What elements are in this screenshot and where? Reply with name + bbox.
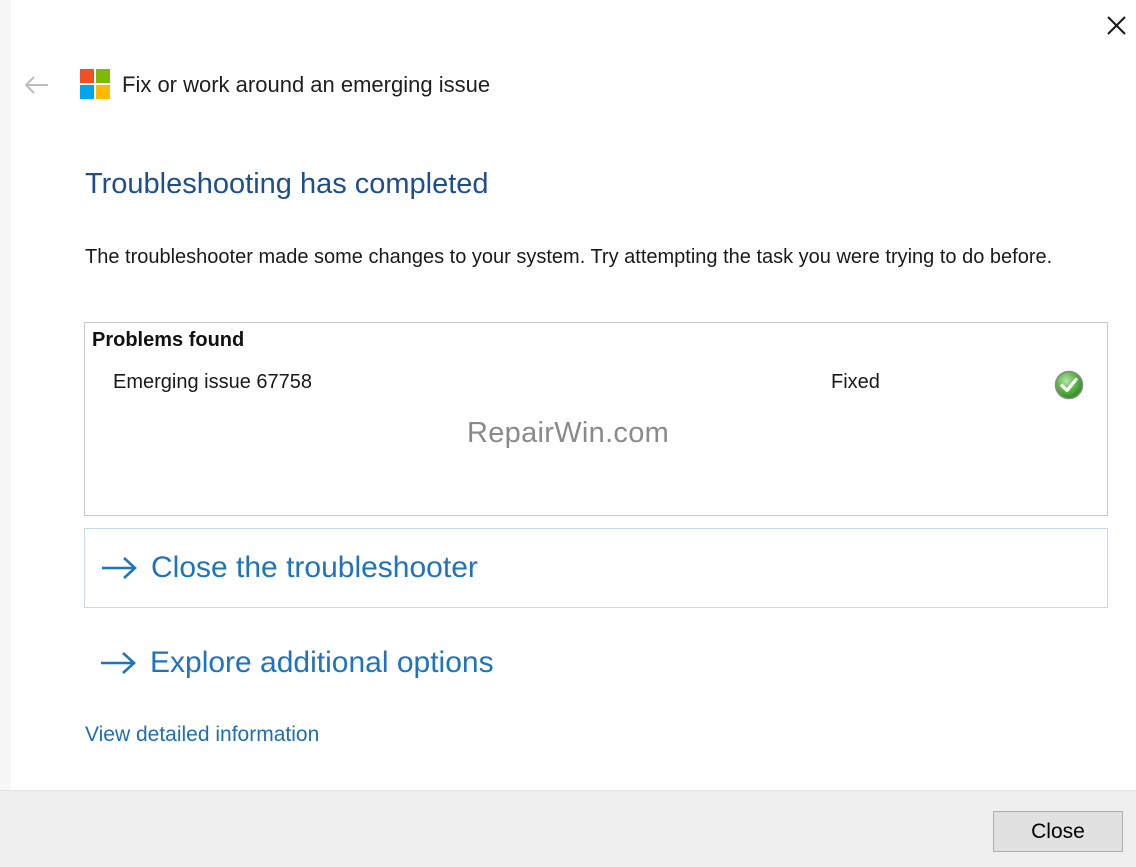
back-button[interactable] — [22, 70, 52, 100]
close-troubleshooter-label: Close the troubleshooter — [151, 551, 478, 584]
window-close-button[interactable] — [1100, 8, 1134, 42]
explore-options-option[interactable]: Explore additional options — [84, 623, 1108, 703]
page-heading: Troubleshooting has completed — [85, 168, 489, 200]
window-left-edge — [0, 0, 11, 790]
close-button[interactable]: Close — [993, 811, 1123, 852]
watermark-text: RepairWin.com — [467, 417, 670, 449]
view-detailed-information-link[interactable]: View detailed information — [85, 723, 319, 747]
issue-status: Fixed — [831, 371, 880, 393]
back-arrow-icon — [24, 76, 48, 94]
windows-logo-icon — [80, 69, 110, 99]
arrow-right-icon — [101, 652, 136, 674]
check-circle-icon — [1053, 369, 1085, 401]
problems-found-title: Problems found — [92, 329, 245, 351]
description-text: The troubleshooter made some changes to … — [85, 246, 1053, 268]
close-troubleshooter-option[interactable]: Close the troubleshooter — [84, 528, 1108, 608]
footer-bar: Close — [0, 790, 1136, 867]
close-icon — [1107, 16, 1126, 35]
arrow-right-icon — [102, 557, 137, 579]
issue-name: Emerging issue 67758 — [113, 371, 313, 393]
explore-options-label: Explore additional options — [150, 646, 494, 679]
problems-found-panel: Problems found Emerging issue 67758 Fixe… — [84, 322, 1108, 516]
window-title: Fix or work around an emerging issue — [122, 72, 491, 97]
